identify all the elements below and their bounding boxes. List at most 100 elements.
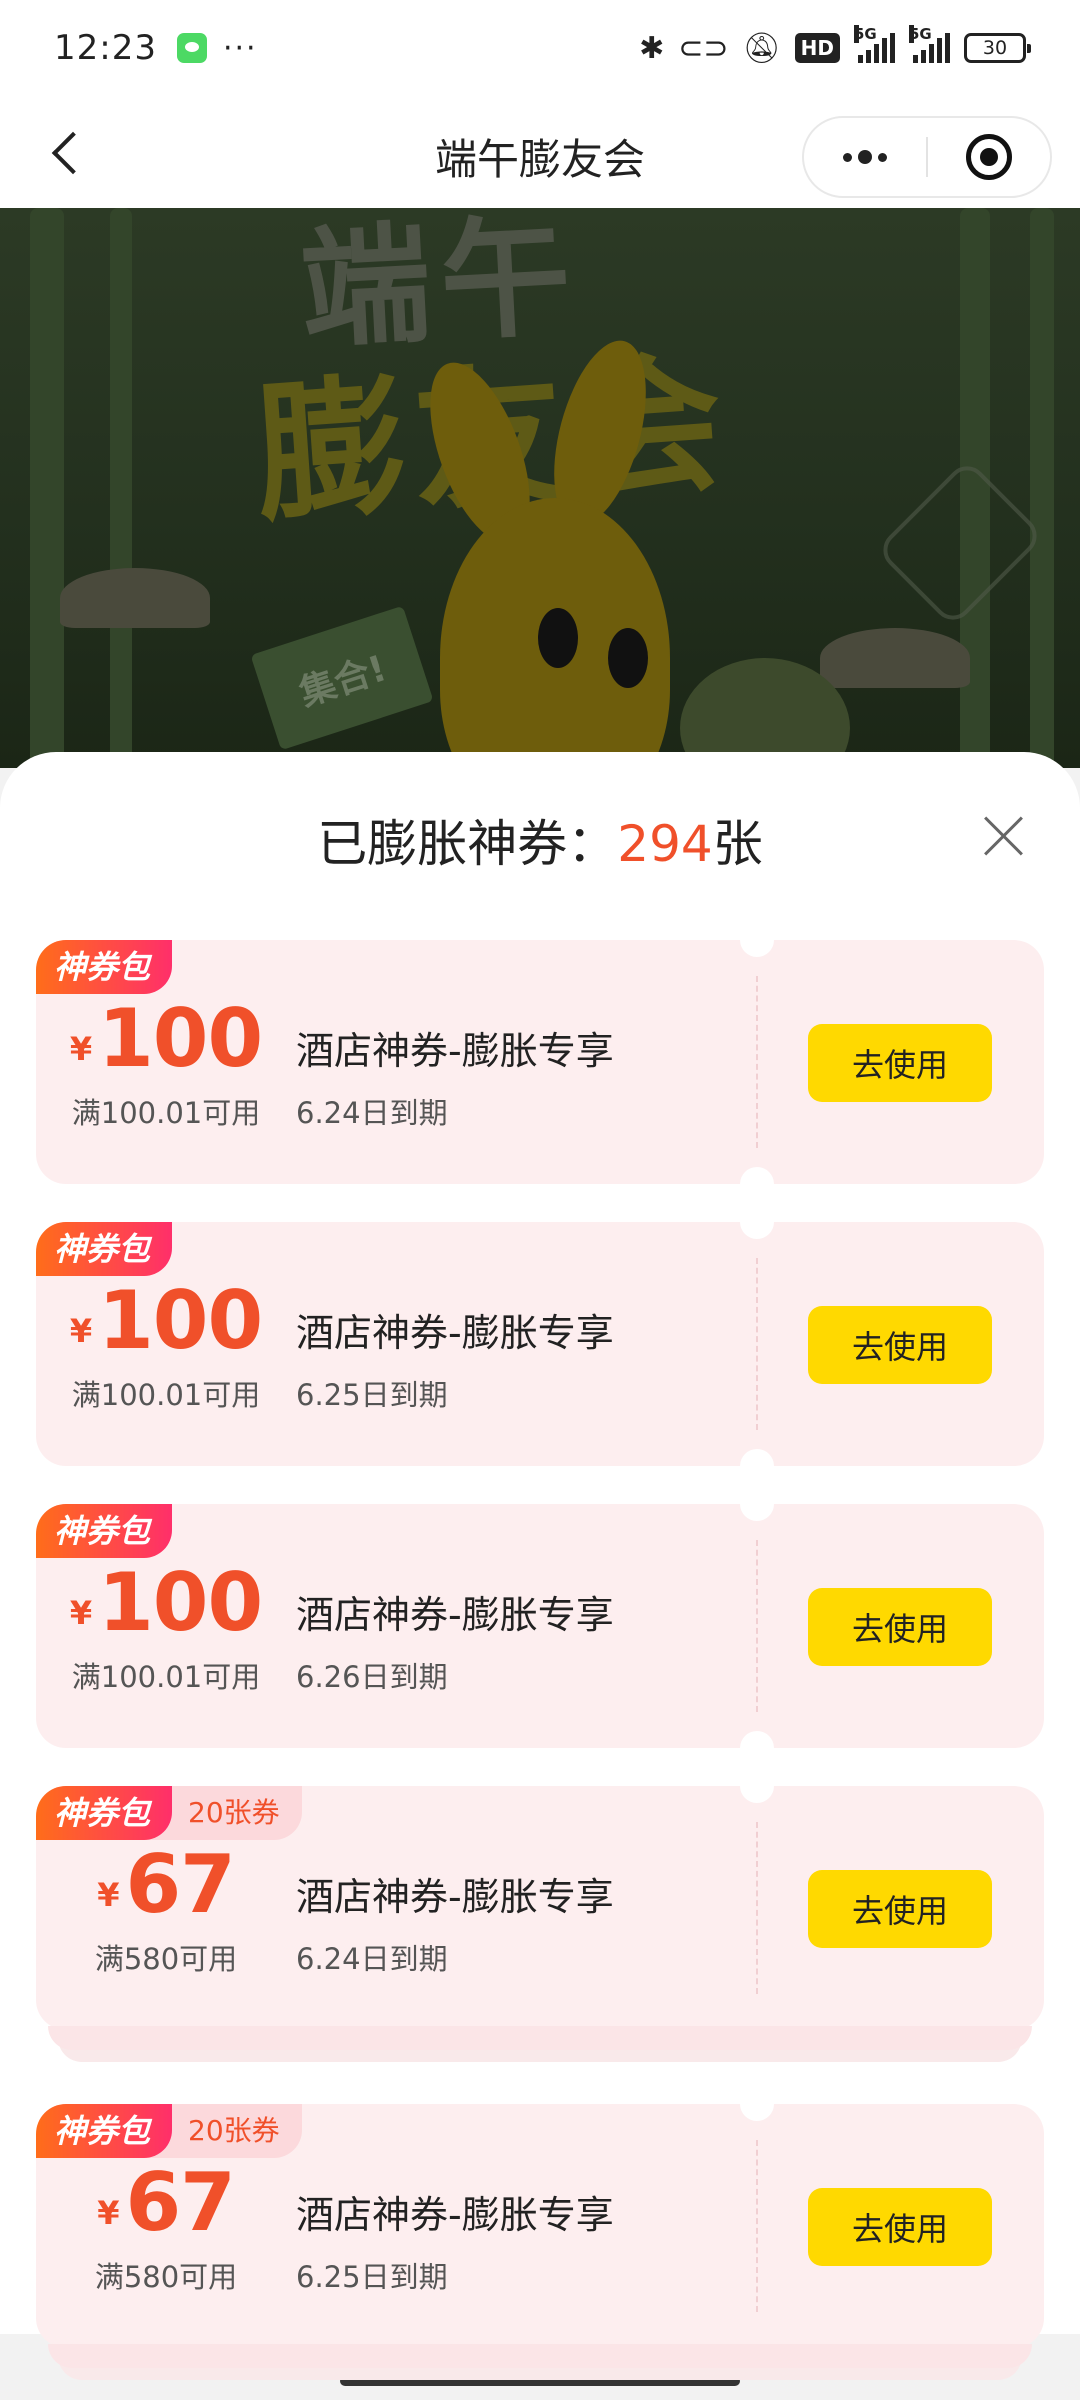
flag-banner: 集合! (250, 605, 434, 751)
use-coupon-button[interactable]: 去使用 (808, 1024, 992, 1102)
miniprogram-capsule (802, 116, 1052, 198)
coupon-tags: 神券包 20张券 (36, 2104, 302, 2158)
coupon-tags: 神券包 (36, 1222, 173, 1276)
coupon-card: 神券包 20张券 ¥67 满580可用 酒店神券-膨胀专享 6.25日到期 去使… (36, 2087, 1044, 2380)
coupon-card: 神券包 20张券 ¥67 满580可用 酒店神券-膨胀专享 6.24日到期 去使… (36, 1769, 1044, 2062)
coupon-price: ¥100 (36, 1556, 296, 1649)
nav-bar: 端午膨友会 (0, 96, 1080, 208)
currency-symbol: ¥ (69, 1030, 93, 1068)
coupon-price: ¥67 (36, 2156, 296, 2249)
hero-banner: 端午 膨友会 集合! (0, 208, 1080, 768)
use-coupon-button[interactable]: 去使用 (808, 1588, 992, 1666)
coupon-expiry: 6.25日到期 (296, 1378, 448, 1412)
bamboo-decoration (30, 208, 64, 768)
coupon-notch (740, 1769, 774, 1803)
coupon-expiry: 6.26日到期 (296, 1660, 448, 1694)
network-type-label: 5G (854, 25, 877, 43)
coupon-pack-tag: 神券包 (36, 940, 173, 994)
bamboo-decoration (1030, 208, 1054, 768)
mascot-eye (538, 608, 578, 668)
coupon-divider (756, 1258, 758, 1430)
signal-icon: 5G (909, 25, 950, 63)
mute-bell-icon: 🔕︎ (742, 30, 781, 66)
use-coupon-button[interactable]: 去使用 (808, 2188, 992, 2266)
close-icon[interactable] (982, 814, 1026, 858)
coupon-pack-tag: 神券包 (36, 1504, 173, 1558)
coupon-tags: 神券包 20张券 (36, 1786, 302, 1840)
coupon-divider (756, 2140, 758, 2312)
more-options-button[interactable] (804, 118, 926, 196)
coupon-notch (740, 1167, 774, 1201)
status-time: 12:23 (54, 28, 157, 68)
status-more: ··· (222, 30, 258, 66)
coupon-pack-tag: 神券包 (36, 1222, 173, 1276)
sheet-title-suffix: 张 (712, 815, 763, 873)
coupon-card: 神券包 ¥100 满100.01可用 酒店神券-膨胀专享 6.25日到期 去使用 (36, 1205, 1044, 1483)
mushroom-decoration (820, 628, 970, 688)
coupon-amount: 100 (98, 992, 263, 1085)
coupon-price: ¥100 (36, 992, 296, 1085)
coupon-pack-tag: 神券包 (36, 2104, 173, 2158)
network-type-label: 5G (909, 25, 932, 43)
coupon-expiry: 6.24日到期 (296, 1942, 448, 1976)
close-miniprogram-button[interactable] (928, 118, 1050, 196)
coupon-count: 294 (617, 815, 713, 873)
currency-symbol: ¥ (97, 2194, 120, 2232)
coupon-tags: 神券包 (36, 940, 173, 994)
coupon-card: 神券包 ¥100 满100.01可用 酒店神券-膨胀专享 6.24日到期 去使用 (36, 923, 1044, 1201)
dot-icon (858, 150, 872, 164)
status-icons: ✱ ⊂⊃ 🔕︎ HD 5G 5G 30 (639, 25, 1031, 66)
coupon-name: 酒店神券-膨胀专享 (296, 1029, 614, 1073)
coupon-name: 酒店神券-膨胀专享 (296, 1311, 614, 1355)
coupon-condition: 满100.01可用 (71, 1660, 261, 1694)
coupon-amount: 67 (125, 1838, 235, 1931)
currency-symbol: ¥ (97, 1876, 120, 1914)
coupon-price: ¥67 (36, 1838, 296, 1931)
coupon-name: 酒店神券-膨胀专享 (296, 1875, 614, 1919)
dot-icon (843, 152, 852, 162)
coupon-expiry: 6.24日到期 (296, 1096, 448, 1130)
coupon-condition: 满580可用 (94, 1942, 238, 1976)
currency-symbol: ¥ (69, 1312, 93, 1350)
coupon-divider (756, 1540, 758, 1712)
use-coupon-button[interactable]: 去使用 (808, 1306, 992, 1384)
coupon-amount: 67 (125, 2156, 235, 2249)
coupon-expiry: 6.25日到期 (296, 2260, 448, 2294)
coupon-divider (756, 976, 758, 1148)
coupon-amount: 100 (98, 1274, 263, 1367)
link-icon: ⊂⊃ (678, 30, 729, 66)
coupon-pack-tag: 神券包 (36, 1786, 173, 1840)
coupon-notch (740, 1205, 774, 1239)
coupon-name: 酒店神券-膨胀专享 (296, 2193, 614, 2237)
coupon-amount: 100 (98, 1556, 263, 1649)
sheet-title: 已膨胀神券：294张 (0, 804, 1080, 876)
coupon-price: ¥100 (36, 1274, 296, 1367)
bamboo-decoration (110, 208, 132, 768)
dot-icon (878, 152, 887, 162)
coupon-condition: 满100.01可用 (71, 1378, 261, 1412)
bluetooth-icon: ✱ (639, 30, 665, 66)
signal-icon: 5G (854, 25, 895, 63)
hd-badge: HD (794, 33, 840, 63)
wechat-notification-icon (176, 33, 207, 63)
coupon-notch (740, 2087, 774, 2121)
target-circle-icon (966, 134, 1012, 180)
coupon-notch (740, 1731, 774, 1765)
coupon-notch (740, 1487, 774, 1521)
coupon-condition: 满100.01可用 (71, 1096, 261, 1130)
mushroom-decoration (60, 568, 210, 628)
use-coupon-button[interactable]: 去使用 (808, 1870, 992, 1948)
currency-symbol: ¥ (69, 1594, 93, 1632)
badge-icon (875, 458, 1045, 628)
mascot-eye (608, 628, 648, 688)
coupon-card: 神券包 ¥100 满100.01可用 酒店神券-膨胀专享 6.26日到期 去使用 (36, 1487, 1044, 1765)
coupon-condition: 满580可用 (94, 2260, 238, 2294)
coupon-sheet: 已膨胀神券：294张 神券包 ¥100 满100.01可用 酒店神券-膨胀专享 … (0, 752, 1080, 2400)
coupon-notch (740, 1449, 774, 1483)
battery-icon: 30 (964, 33, 1031, 63)
coupon-divider (756, 1822, 758, 1994)
sheet-title-prefix: 已膨胀神券： (317, 815, 618, 873)
status-bar: 12:23 ··· ✱ ⊂⊃ 🔕︎ HD 5G 5G 30 (0, 0, 1080, 96)
coupon-notch (740, 923, 774, 957)
coupon-name: 酒店神券-膨胀专享 (296, 1593, 614, 1637)
